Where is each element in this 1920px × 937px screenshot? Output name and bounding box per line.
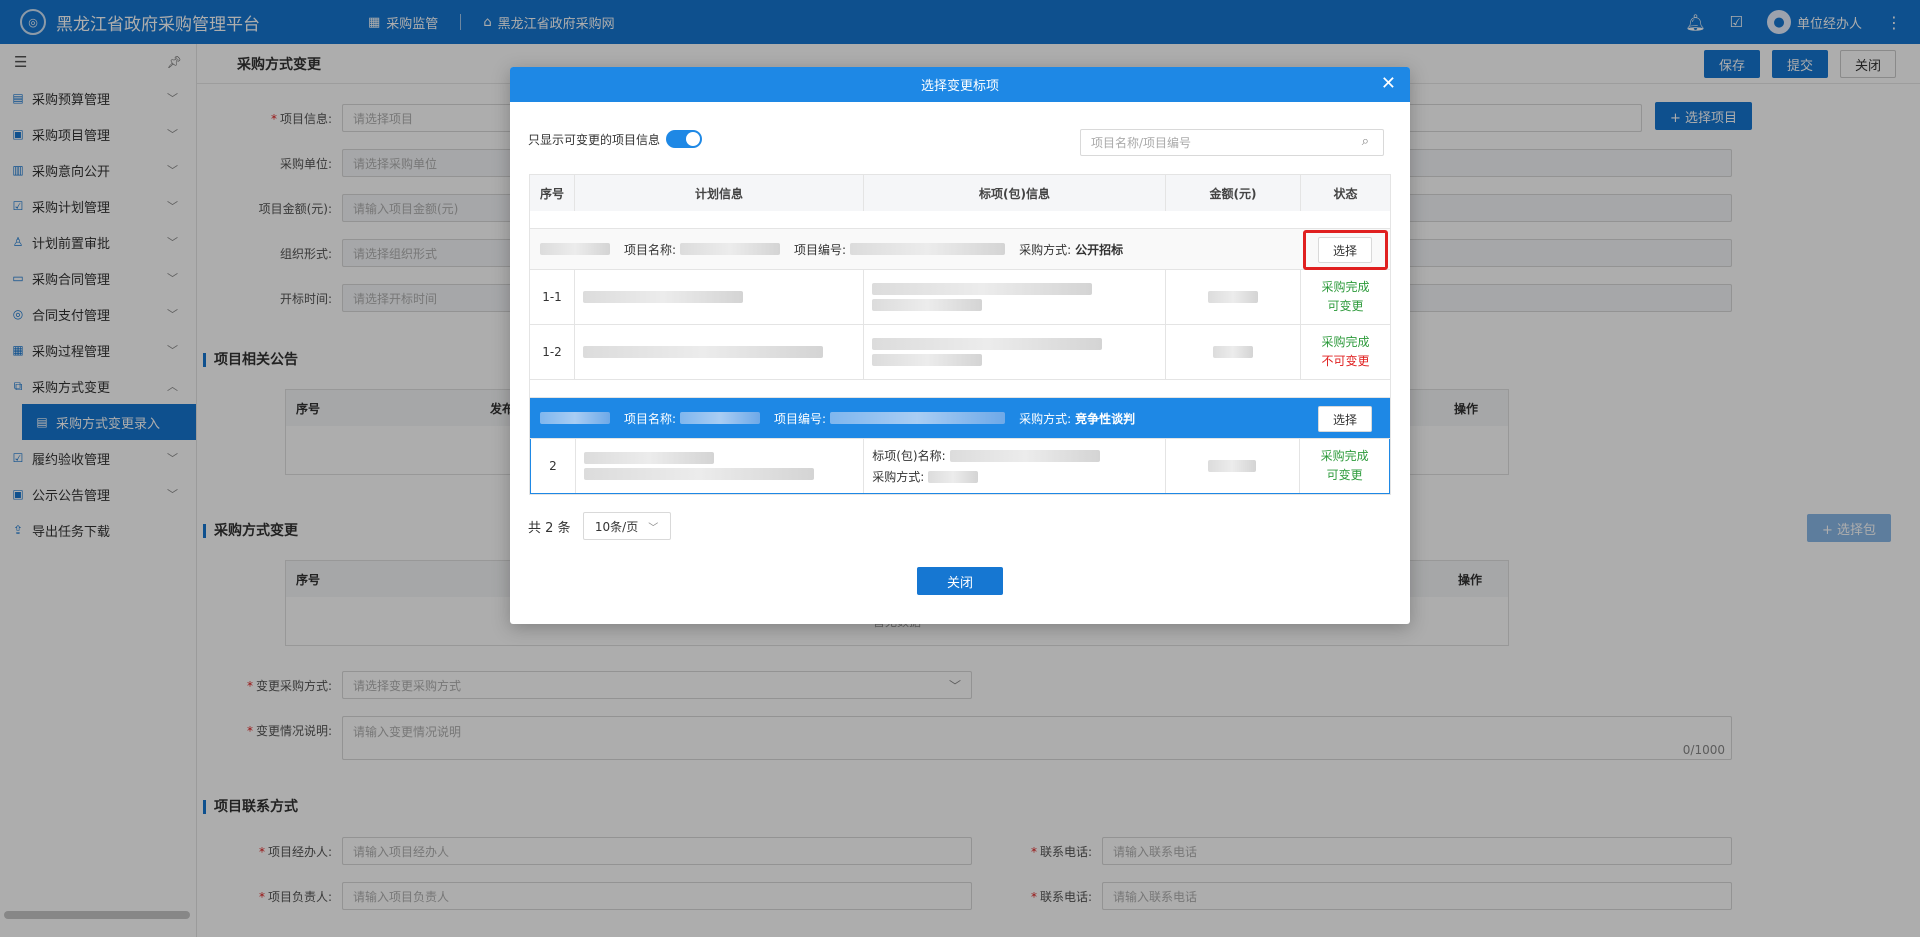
- search-icon[interactable]: ⌕: [1362, 134, 1369, 149]
- status-text: 采购完成: [1320, 449, 1369, 463]
- toggle-label: 只显示可变更的项目信息: [528, 132, 661, 147]
- only-changeable-toggle[interactable]: [666, 130, 703, 148]
- col-status: 状态: [1333, 186, 1358, 201]
- select-button[interactable]: 选择: [1318, 406, 1372, 432]
- project-name-label: 项目名称:: [624, 411, 677, 426]
- row-no: 2: [531, 439, 576, 493]
- redacted-text: [872, 338, 1102, 350]
- change-status: 不可变更: [1321, 354, 1370, 368]
- redacted-text: [830, 412, 1006, 424]
- col-plan-info: 计划信息: [575, 175, 864, 211]
- modal-title: 选择变更标项: [920, 79, 999, 94]
- search-input[interactable]: 项目名称/项目编号 ⌕: [1080, 129, 1384, 156]
- status-cell: 采购完成 可变更: [1301, 270, 1390, 324]
- col-amount: 金额(元): [1166, 175, 1301, 211]
- redacted-text: [850, 243, 1006, 255]
- redacted-text: [872, 299, 982, 311]
- redacted-text: [928, 470, 979, 483]
- purchase-method-value: 公开招标: [1075, 242, 1124, 257]
- col-no: 序号: [530, 175, 575, 211]
- row-no: 1-2: [530, 325, 575, 379]
- redacted-text: [1208, 460, 1257, 472]
- redacted-text: [1213, 346, 1253, 358]
- table-header: 序号 计划信息 标项(包)信息 金额(元) 状态: [530, 175, 1390, 211]
- status-text: 采购完成: [1321, 280, 1370, 294]
- redacted-text: [872, 354, 982, 366]
- purchase-method-label: 采购方式:: [1019, 411, 1072, 426]
- status-text: 采购完成: [1321, 335, 1370, 349]
- status-cell: 采购完成 不可变更: [1301, 325, 1390, 379]
- total-count: 共 2 条: [528, 520, 571, 536]
- package-method-label: 采购方式:: [872, 470, 925, 484]
- redacted-text: [680, 412, 761, 424]
- project-name-label: 项目名称:: [624, 242, 677, 257]
- redacted-text: [872, 283, 1092, 295]
- table-row[interactable]: 1-1 采购完成可变更: [530, 270, 1390, 325]
- redacted-text: [1208, 291, 1258, 303]
- redacted-text: [540, 412, 610, 424]
- redacted-text: [583, 291, 743, 303]
- project-group-row: 项目名称: 项目编号: 采购方式: 公开招标 选择: [530, 229, 1390, 270]
- item-table: 序号 计划信息 标项(包)信息 金额(元) 状态 项目名称: 项目编号: 采购方…: [529, 174, 1391, 495]
- redacted-text: [680, 243, 781, 255]
- row-no: 1-1: [530, 270, 575, 324]
- status-cell: 采购完成 可变更: [1300, 439, 1389, 493]
- col-package-info: 标项(包)信息: [864, 175, 1166, 211]
- close-icon[interactable]: ✕: [1381, 73, 1396, 94]
- purchase-method-label: 采购方式:: [1019, 242, 1072, 257]
- project-code-label: 项目编号:: [794, 242, 847, 257]
- project-group-row-selected: 项目名称: 项目编号: 采购方式: 竞争性谈判 选择: [530, 398, 1390, 439]
- chevron-down-icon: ﹀: [648, 522, 659, 534]
- package-name-label: 标项(包)名称:: [872, 449, 946, 463]
- purchase-method-value: 竞争性谈判: [1075, 411, 1136, 426]
- project-code-label: 项目编号:: [774, 411, 827, 426]
- redacted-text: [949, 449, 1100, 462]
- pagination: 共 2 条 10条/页 ﹀: [528, 512, 671, 540]
- redacted-text: [583, 452, 714, 464]
- table-row[interactable]: 1-2 采购完成不可变更: [530, 325, 1390, 380]
- select-item-modal: 选择变更标项 ✕ 只显示可变更的项目信息 项目名称/项目编号 ⌕ 序号 计划信息…: [510, 67, 1410, 624]
- modal-close-button[interactable]: 关闭: [917, 567, 1003, 595]
- table-row[interactable]: 2 标项(包)名称: 采购方式: 采购完成可变更: [530, 439, 1390, 494]
- page-size-select[interactable]: 10条/页 ﹀: [582, 512, 671, 540]
- redacted-text: [540, 243, 610, 255]
- select-button[interactable]: 选择: [1318, 237, 1372, 263]
- change-status: 可变更: [1326, 468, 1363, 482]
- redacted-text: [583, 468, 814, 480]
- redacted-text: [583, 346, 823, 358]
- change-status: 可变更: [1327, 299, 1364, 313]
